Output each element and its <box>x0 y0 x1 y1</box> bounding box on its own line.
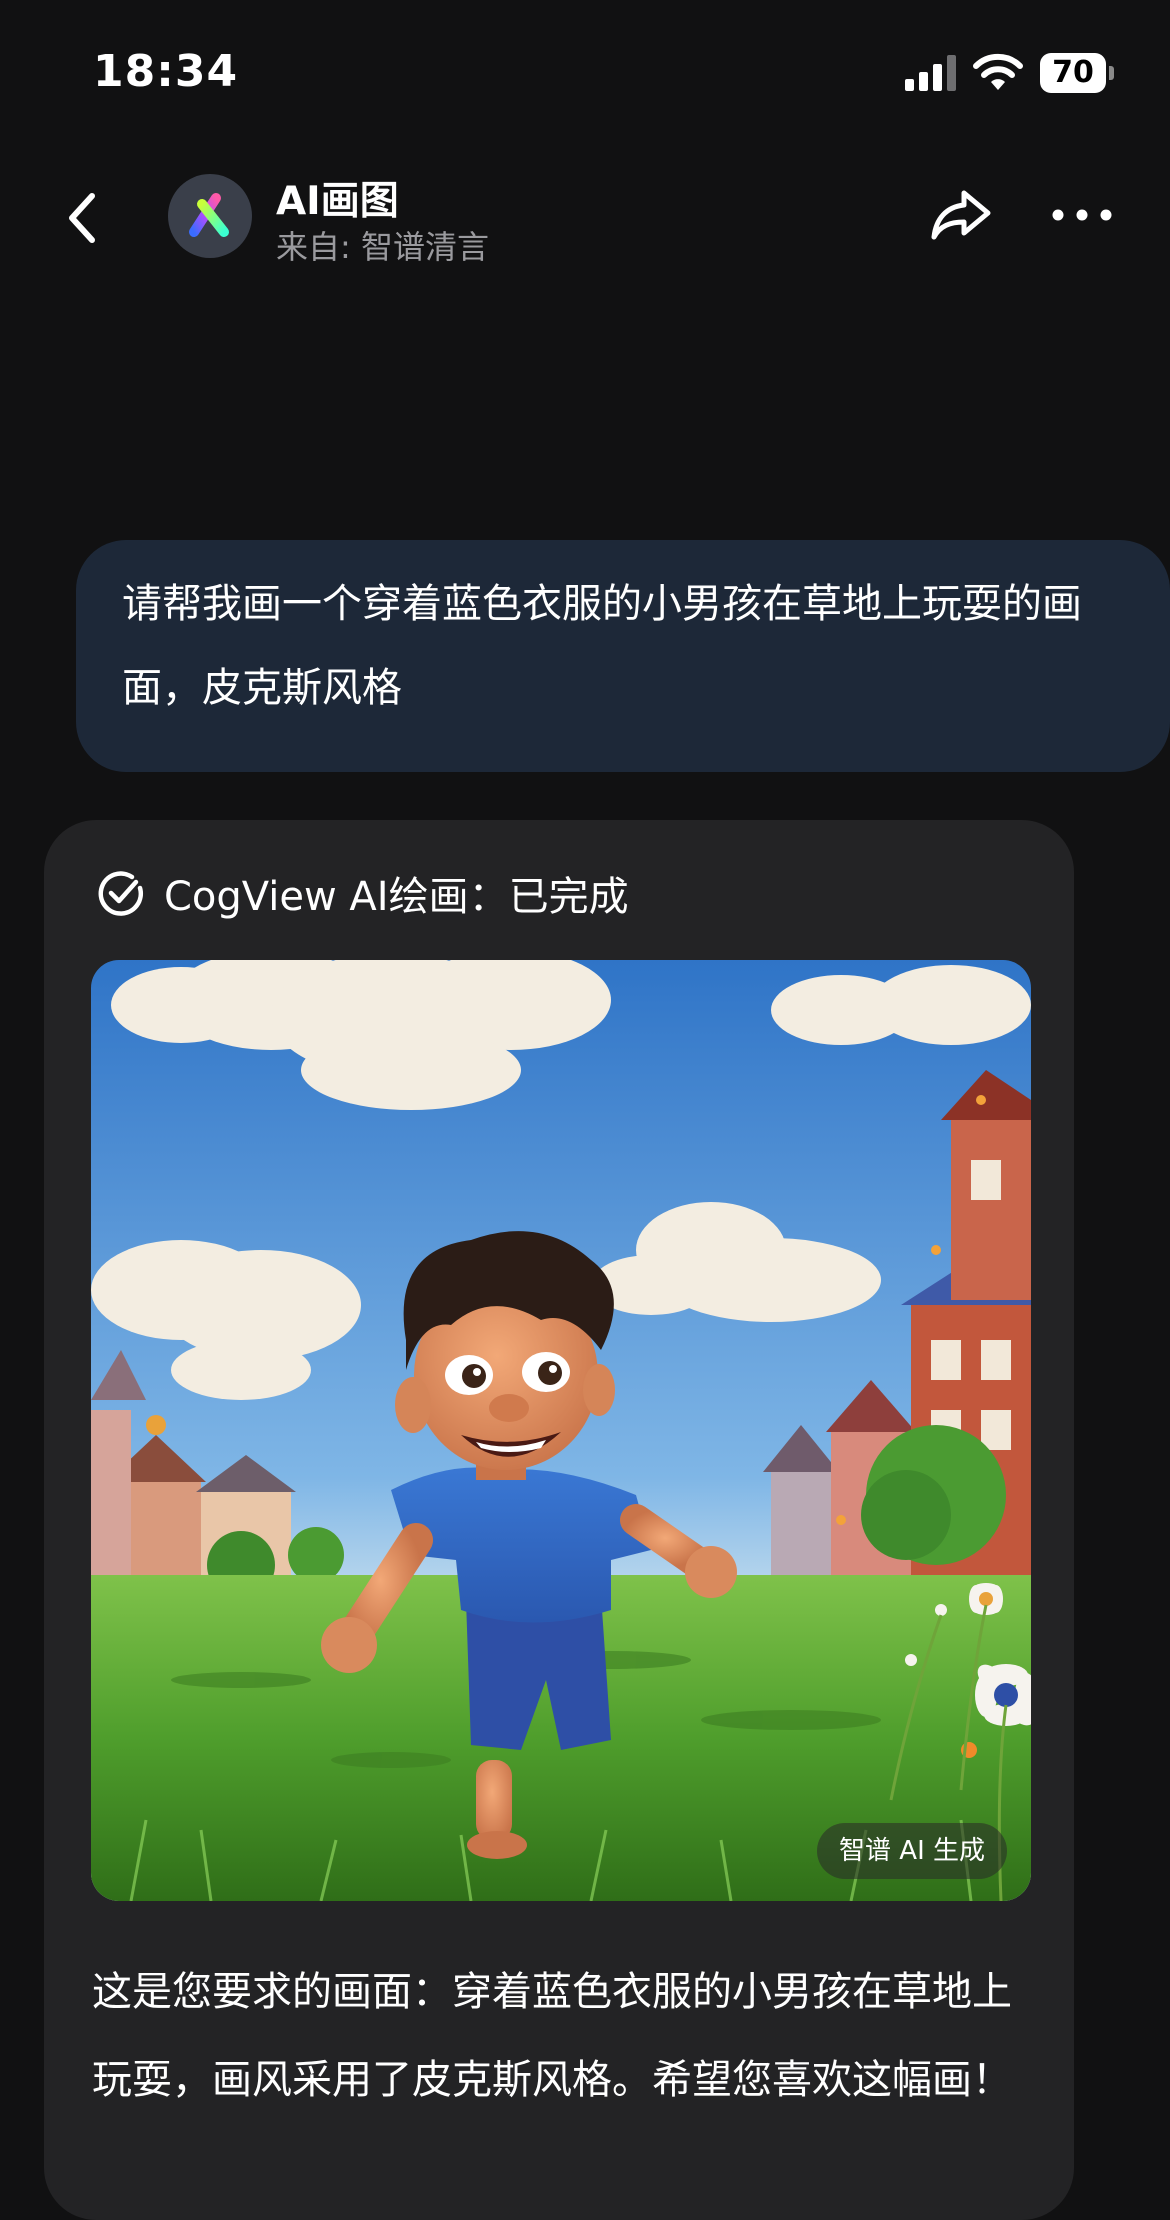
avatar[interactable] <box>168 174 252 258</box>
assistant-message-card: CogView AI绘画：已完成 智谱 AI 生成 这是您要求的画面：穿着蓝色衣… <box>44 820 1074 2220</box>
generation-status: CogView AI绘画：已完成 <box>96 866 629 920</box>
app-logo-icon <box>189 193 229 237</box>
status-bar: 18:34 70 <box>0 0 1170 150</box>
user-message-text: 请帮我画一个穿着蓝色衣服的小男孩在草地上玩耍的画面，皮克斯风格 <box>122 581 1082 711</box>
status-time: 18:34 <box>93 46 239 97</box>
generated-image[interactable]: 智谱 AI 生成 <box>91 960 1031 1901</box>
battery-icon: 70 <box>1040 53 1114 93</box>
assistant-reply-text: 这是您要求的画面：穿着蓝色衣服的小男孩在草地上玩耍，画风采用了皮克斯风格。希望您… <box>92 1969 1012 2103</box>
check-circle-icon <box>98 871 143 916</box>
more-dots-icon[interactable] <box>1050 195 1114 235</box>
bot-source-label: 来自: 智谱清言 <box>276 228 489 266</box>
generation-status-text: CogView AI绘画：已完成 <box>164 874 629 920</box>
share-icon[interactable] <box>928 185 994 245</box>
page-title: AI画图 <box>276 179 399 224</box>
image-watermark: 智谱 AI 生成 <box>817 1823 1007 1879</box>
signal-icon <box>905 55 956 91</box>
nav-header: AI画图 来自: 智谱清言 <box>0 160 1170 280</box>
wifi-icon <box>973 53 1023 90</box>
user-message-bubble[interactable]: 请帮我画一个穿着蓝色衣服的小男孩在草地上玩耍的画面，皮克斯风格 <box>76 540 1170 772</box>
chevron-left-icon[interactable] <box>58 188 108 248</box>
boy-on-grass-illustration <box>91 960 1031 1901</box>
battery-level: 70 <box>1052 55 1094 90</box>
